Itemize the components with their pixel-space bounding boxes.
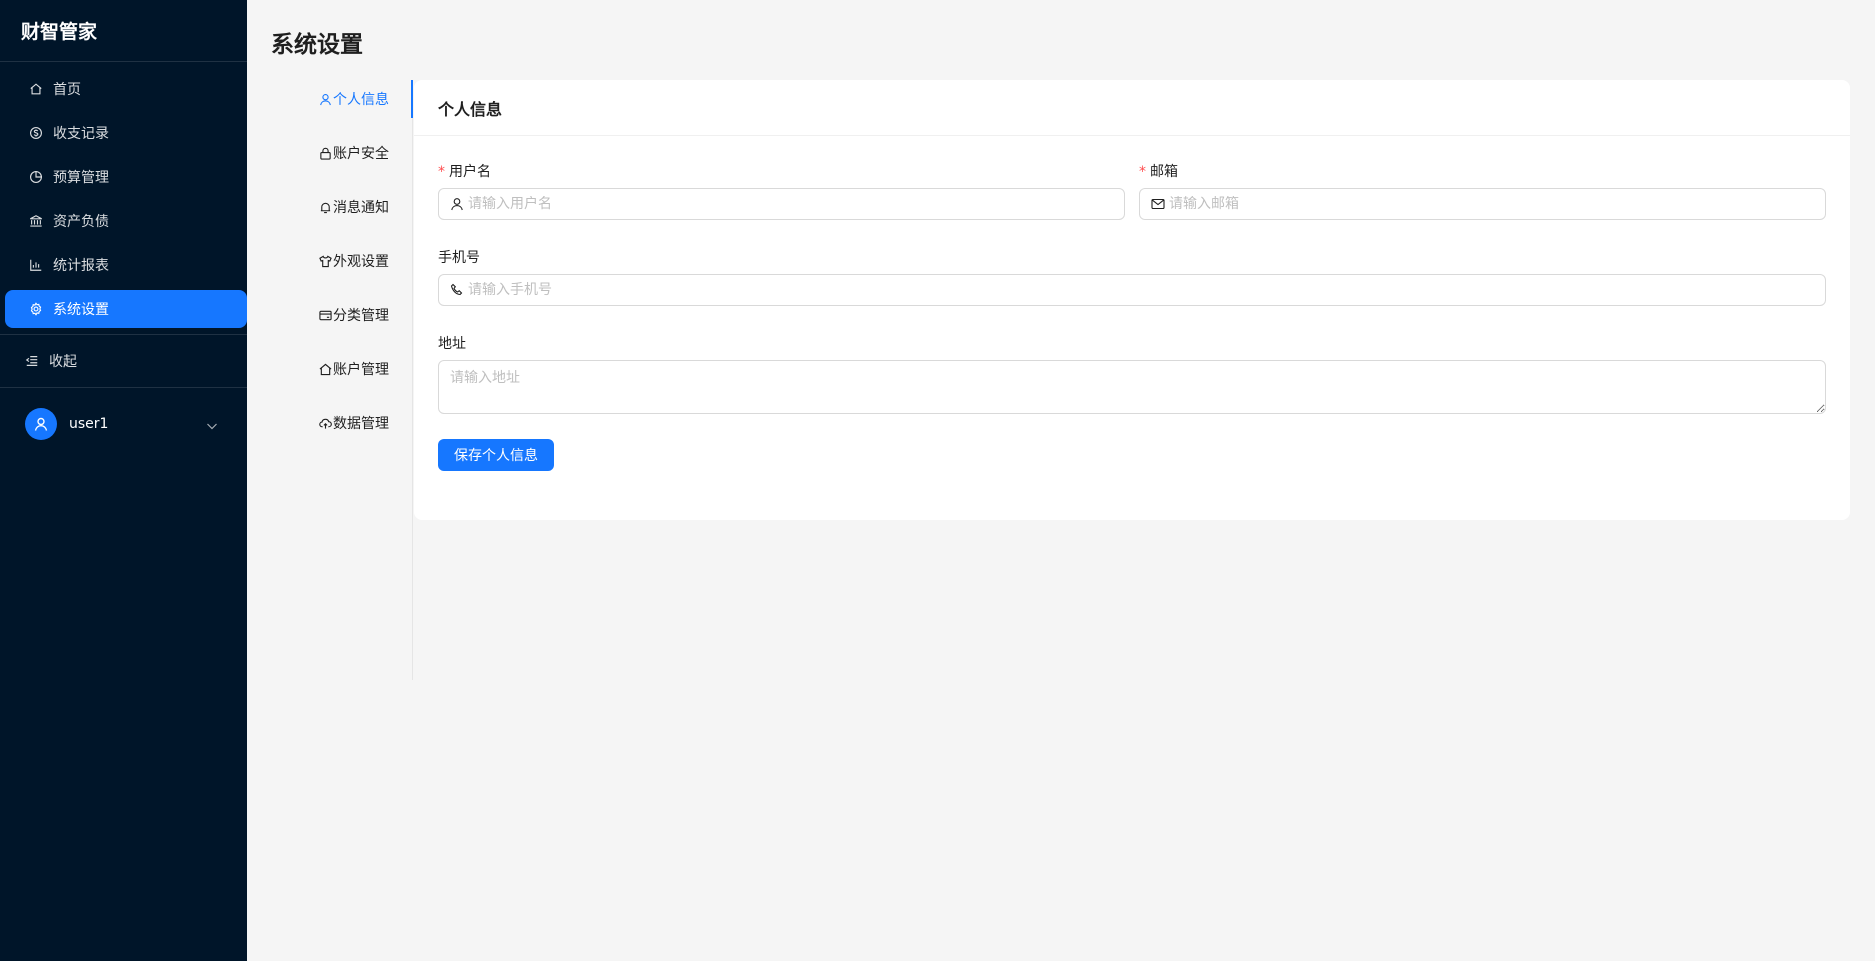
sidebar-item-reports[interactable]: 统计报表	[5, 246, 247, 284]
pie-chart-icon	[29, 170, 43, 184]
cloud-upload-icon	[319, 417, 332, 430]
sidebar-item-transactions[interactable]: 收支记录	[5, 114, 247, 152]
save-profile-button[interactable]: 保存个人信息	[438, 439, 554, 471]
tab-label: 数据管理	[333, 416, 389, 432]
tab-label: 分类管理	[333, 308, 389, 324]
username-label-text: 用户名	[449, 164, 491, 180]
sidebar-item-label: 首页	[53, 82, 81, 98]
user-icon	[450, 197, 464, 211]
phone-input[interactable]	[468, 282, 1825, 298]
home-icon	[29, 82, 43, 96]
credit-card-icon	[319, 309, 332, 322]
tab-profile[interactable]: 个人信息	[271, 80, 413, 118]
dollar-icon	[29, 126, 43, 140]
sidebar-menu: 首页 收支记录 预算管理 资产负债 统计报表 系统设置	[0, 62, 247, 328]
username-label: * 用户名	[438, 161, 491, 181]
sidebar: 财智管家 首页 收支记录 预算管理 资产负债 统计报表 系统设置 收起 user…	[0, 0, 247, 961]
sidebar-item-settings[interactable]: 系统设置	[5, 290, 247, 328]
tab-accounts[interactable]: 账户管理	[271, 350, 412, 388]
bell-icon	[319, 201, 332, 214]
sidebar-item-label: 资产负债	[53, 214, 109, 230]
email-field[interactable]	[1139, 188, 1826, 220]
address-input[interactable]	[438, 360, 1826, 414]
sidebar-item-label: 预算管理	[53, 170, 109, 186]
user-menu[interactable]: user1	[0, 388, 247, 460]
settings-tabs: 个人信息 账户安全 消息通知 外观设置 分类管理 账户管理 数据管理	[271, 80, 413, 680]
card-title: 个人信息	[414, 80, 1850, 136]
skin-icon	[319, 255, 332, 268]
phone-label: 手机号	[438, 250, 480, 266]
tab-label: 账户管理	[333, 362, 389, 378]
username-input[interactable]	[468, 196, 1124, 212]
sidebar-item-budget[interactable]: 预算管理	[5, 158, 247, 196]
tab-appearance[interactable]: 外观设置	[271, 242, 412, 280]
collapse-label: 收起	[49, 354, 77, 370]
email-label: * 邮箱	[1139, 161, 1178, 181]
tab-categories[interactable]: 分类管理	[271, 296, 412, 334]
home-icon	[319, 363, 332, 376]
required-mark: *	[438, 164, 445, 180]
email-input[interactable]	[1169, 196, 1825, 212]
phone-field[interactable]	[438, 274, 1826, 306]
username-field[interactable]	[438, 188, 1125, 220]
mail-icon	[1151, 197, 1165, 211]
main-content: 系统设置 个人信息 账户安全 消息通知 外观设置 分类管理 账户管理 数据管理 …	[247, 0, 1875, 961]
email-label-text: 邮箱	[1150, 164, 1178, 180]
avatar	[25, 408, 57, 440]
tab-label: 账户安全	[333, 146, 389, 162]
collapse-button[interactable]: 收起	[0, 335, 247, 387]
tab-label: 消息通知	[333, 200, 389, 216]
user-icon	[319, 93, 332, 106]
user-avatar-icon	[34, 417, 48, 431]
chevron-down-icon	[206, 417, 218, 430]
tab-label: 外观设置	[333, 254, 389, 270]
bar-chart-icon	[29, 258, 43, 272]
tab-notifications[interactable]: 消息通知	[271, 188, 412, 226]
sidebar-item-assets[interactable]: 资产负债	[5, 202, 247, 240]
sidebar-item-label: 收支记录	[53, 126, 109, 142]
tab-label: 个人信息	[333, 92, 389, 108]
app-root: 财智管家 首页 收支记录 预算管理 资产负债 统计报表 系统设置 收起 user…	[0, 0, 1875, 961]
required-mark: *	[1139, 164, 1146, 180]
tab-security[interactable]: 账户安全	[271, 134, 412, 172]
profile-card: 个人信息 *用户名 *邮箱 手机号	[414, 80, 1850, 520]
phone-icon	[450, 283, 464, 297]
tab-data[interactable]: 数据管理	[271, 404, 412, 442]
bank-icon	[29, 214, 43, 228]
sidebar-item-label: 系统设置	[53, 302, 109, 318]
sidebar-item-label: 统计报表	[53, 258, 109, 274]
gear-icon	[29, 302, 43, 316]
brand-logo-text: 财智管家	[0, 0, 247, 62]
menu-fold-icon	[25, 354, 39, 368]
lock-icon	[319, 147, 332, 160]
address-label: 地址	[438, 336, 466, 352]
sidebar-item-home[interactable]: 首页	[5, 70, 247, 108]
user-name: user1	[69, 416, 109, 432]
page-title: 系统设置	[271, 32, 363, 58]
